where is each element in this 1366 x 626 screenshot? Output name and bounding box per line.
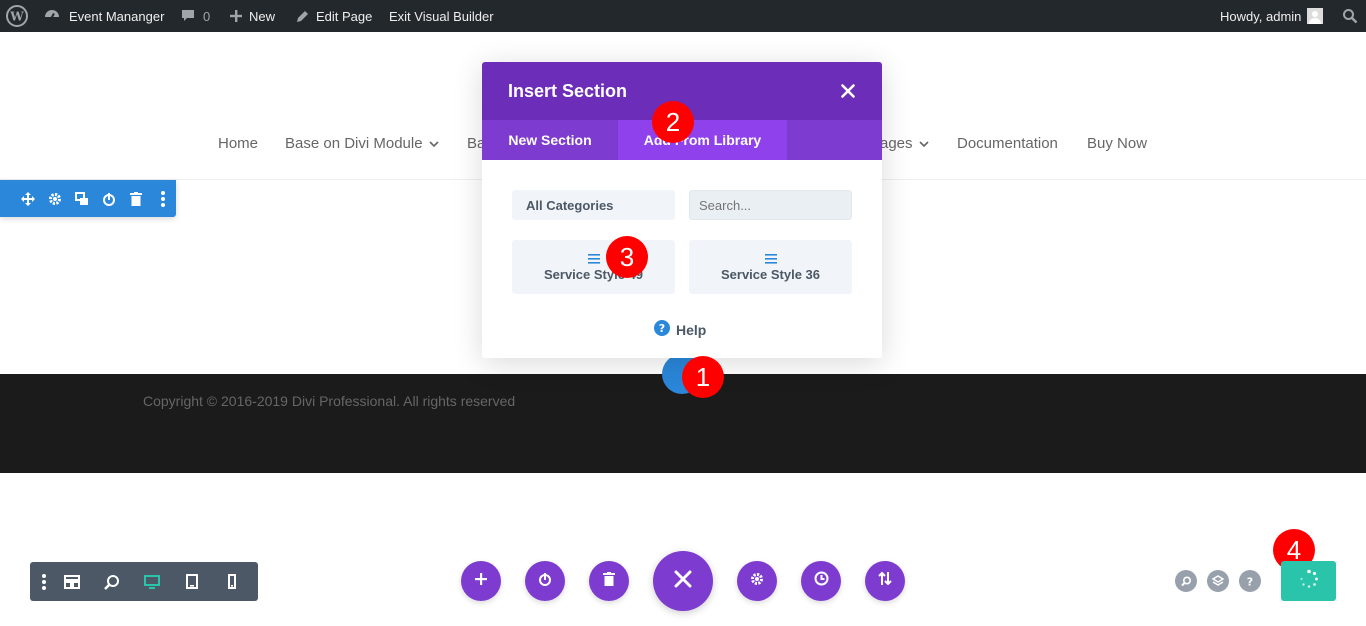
page-settings-button[interactable] xyxy=(737,561,777,601)
nav-documentation[interactable]: Documentation xyxy=(957,135,1058,152)
zoom-icon[interactable] xyxy=(92,562,132,601)
trash-icon xyxy=(603,571,615,591)
chevron-down-icon xyxy=(429,135,439,152)
nav-home-label: Home xyxy=(218,135,259,152)
close-icon xyxy=(674,570,692,593)
library-item-service-style-49[interactable]: Service Style 49 xyxy=(512,240,675,294)
help-link[interactable]: ? Help xyxy=(654,320,706,339)
site-name: Event Mananger xyxy=(69,8,165,24)
wireframe-view-icon[interactable] xyxy=(52,562,92,601)
chevron-down-icon xyxy=(918,135,929,152)
library-item-label: Service Style 49 xyxy=(543,267,644,282)
more-options-icon[interactable] xyxy=(36,562,52,601)
nav-buy-now[interactable]: Buy Now xyxy=(1087,135,1147,152)
plus-icon xyxy=(229,9,243,23)
gear-icon[interactable] xyxy=(41,180,68,217)
sort-arrows-icon xyxy=(878,571,892,591)
exit-visual-builder-label: Exit Visual Builder xyxy=(389,8,494,24)
search-icon[interactable] xyxy=(1175,570,1197,592)
nav-pages[interactable]: ages xyxy=(880,135,929,152)
svg-text:?: ? xyxy=(659,322,665,335)
new-content-menu[interactable]: New xyxy=(229,0,275,32)
library-item-service-style-36[interactable]: Service Style 36 xyxy=(689,240,852,294)
view-mode-bar xyxy=(30,562,258,601)
library-search-input[interactable] xyxy=(689,190,852,220)
edit-page-link[interactable]: Edit Page xyxy=(295,0,372,32)
desktop-view-icon[interactable] xyxy=(132,562,172,601)
modal-title: Insert Section xyxy=(508,80,628,101)
list-icon xyxy=(764,251,777,264)
site-name-menu[interactable]: Event Mananger xyxy=(43,0,164,32)
nav-base-on-divi-module[interactable]: Base on Divi Module xyxy=(285,135,439,152)
nav-buy-now-label: Buy Now xyxy=(1087,135,1148,152)
history-button[interactable] xyxy=(801,561,841,601)
more-options-icon[interactable] xyxy=(149,180,176,217)
section-settings-toolbar xyxy=(0,180,176,217)
tablet-view-icon[interactable] xyxy=(172,562,212,601)
portability-button[interactable] xyxy=(525,561,565,601)
step-marker-1: 1 xyxy=(682,356,724,398)
sort-button[interactable] xyxy=(865,561,905,601)
nav-pages-label: ages xyxy=(880,135,913,152)
step-marker-2: 2 xyxy=(652,101,694,143)
svg-text:?: ? xyxy=(1247,576,1253,588)
account-menu[interactable]: Howdy, admin xyxy=(1220,0,1324,32)
gear-icon xyxy=(750,572,764,591)
close-icon[interactable] xyxy=(838,81,858,101)
svg-text:W: W xyxy=(9,10,24,24)
tab-new-section[interactable]: New Section xyxy=(482,120,618,160)
add-button[interactable] xyxy=(461,561,501,601)
layers-icon[interactable] xyxy=(1207,570,1229,592)
help-icon[interactable]: ? xyxy=(1239,570,1261,592)
duplicate-icon[interactable] xyxy=(68,180,95,217)
nav-home[interactable]: Home xyxy=(218,135,258,152)
howdy-text: Howdy, admin xyxy=(1220,8,1302,24)
avatar xyxy=(1307,8,1324,24)
tab-add-from-library[interactable]: Add From Library xyxy=(618,120,787,160)
category-select[interactable]: All Categories xyxy=(512,190,675,220)
new-label: New xyxy=(249,8,276,24)
edit-page-label: Edit Page xyxy=(316,8,373,24)
wp-admin-bar: W Event Mananger 0 New Edit Page Exit Vi… xyxy=(0,0,1366,32)
copyright-text: Copyright © 2016-2019 Divi Professional.… xyxy=(143,393,516,409)
library-item-label: Service Style 36 xyxy=(720,267,821,282)
save-button[interactable] xyxy=(1281,561,1336,601)
comments-menu[interactable]: 0 xyxy=(180,0,210,32)
trash-icon[interactable] xyxy=(122,180,149,217)
pencil-icon xyxy=(295,9,310,24)
power-icon xyxy=(538,572,552,591)
help-label: Help xyxy=(676,321,707,338)
save-to-library-icon[interactable] xyxy=(95,180,122,217)
phone-view-icon[interactable] xyxy=(212,562,252,601)
admin-search-icon[interactable] xyxy=(1342,0,1358,32)
exit-visual-builder-link[interactable]: Exit Visual Builder xyxy=(389,0,494,32)
dashboard-icon xyxy=(43,8,61,24)
comment-count: 0 xyxy=(203,8,211,24)
move-icon[interactable] xyxy=(14,180,41,217)
comment-icon xyxy=(180,8,196,24)
step-marker-3: 3 xyxy=(606,236,648,278)
clear-layout-button[interactable] xyxy=(589,561,629,601)
nav-base-label: Base on Divi Module xyxy=(285,135,423,152)
plus-icon xyxy=(475,572,487,590)
clock-icon xyxy=(814,571,829,591)
list-icon xyxy=(587,251,600,264)
help-icon: ? xyxy=(654,320,670,339)
nav-documentation-label: Documentation xyxy=(957,135,1058,152)
loading-spinner-icon xyxy=(1299,569,1319,594)
close-settings-button[interactable] xyxy=(653,551,713,611)
wordpress-logo-icon[interactable]: W xyxy=(6,0,28,32)
